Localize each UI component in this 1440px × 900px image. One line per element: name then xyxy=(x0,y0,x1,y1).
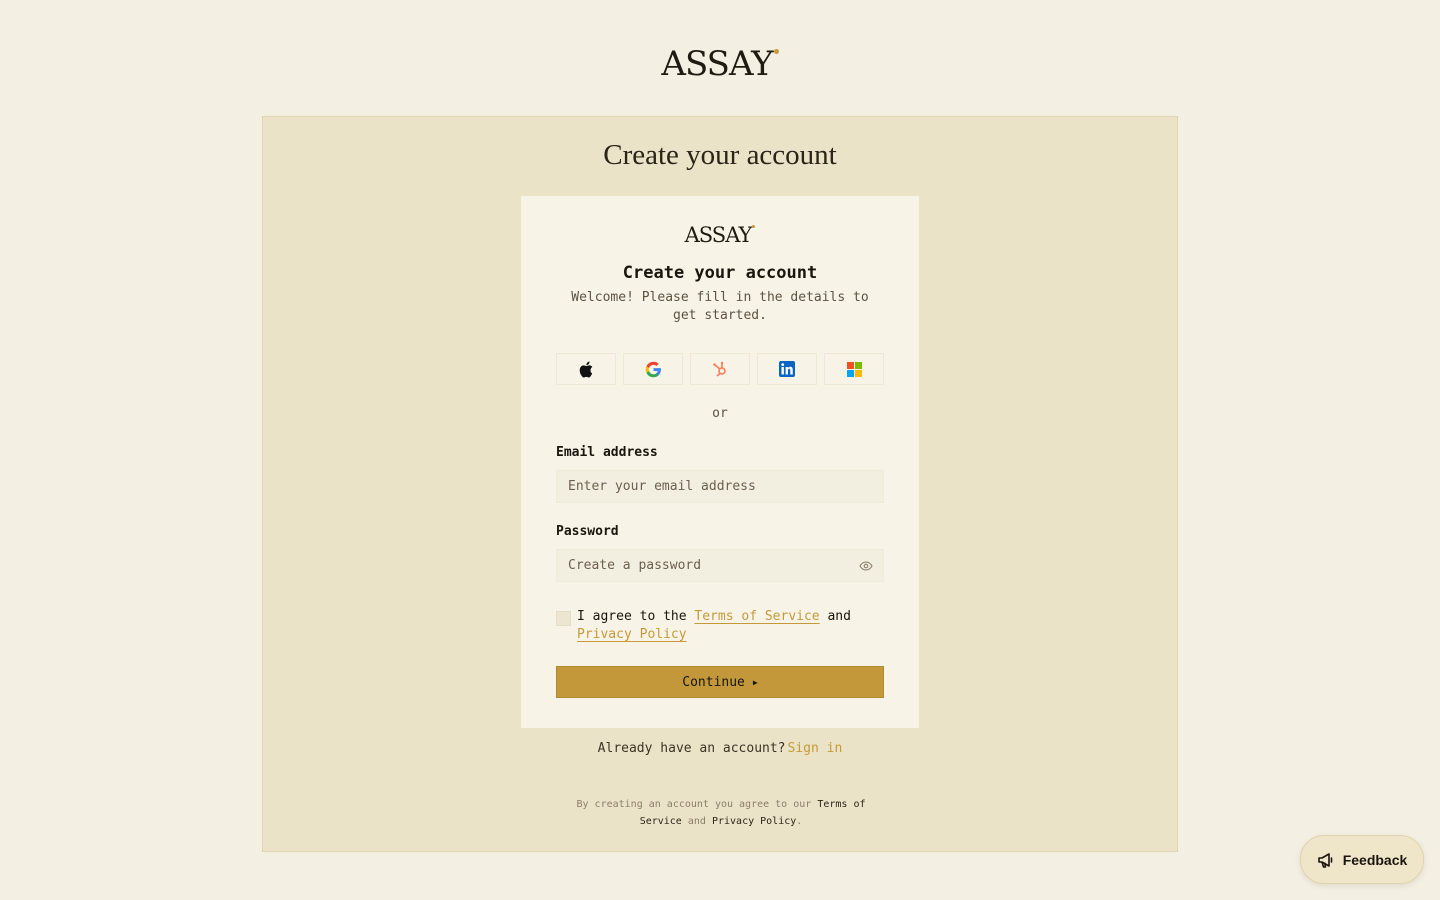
brand-logo-dot xyxy=(773,49,779,54)
microsoft-icon xyxy=(846,361,862,377)
legal-prefix: By creating an account you agree to our xyxy=(576,799,812,810)
legal-and: and xyxy=(687,816,706,827)
signup-card: ASSAY Create your account Welcome! Pleas… xyxy=(521,196,919,728)
legal-notice: By creating an account you agree to our … xyxy=(563,796,879,830)
terms-agreement: I agree to the Terms of Service and Priv… xyxy=(577,608,877,644)
agree-and: and xyxy=(827,609,851,624)
legal-end: . xyxy=(796,816,803,827)
megaphone-icon xyxy=(1317,852,1333,868)
signup-panel: Create your account ASSAY Create your ac… xyxy=(262,116,1178,852)
card-subtitle: Welcome! Please fill in the details to g… xyxy=(571,290,869,323)
linkedin-icon xyxy=(779,361,795,377)
show-password-toggle[interactable] xyxy=(858,558,874,574)
card-title: Create your account xyxy=(622,263,818,283)
agree-prefix: I agree to the xyxy=(577,609,687,624)
terms-link[interactable]: Terms of Service xyxy=(694,609,819,624)
play-arrow-icon: ▶ xyxy=(752,677,758,687)
google-login-button[interactable] xyxy=(623,353,683,385)
card-logo: ASSAY xyxy=(521,222,919,248)
signin-prompt-text: Already have an account? xyxy=(597,741,786,756)
linkedin-login-button[interactable] xyxy=(757,353,817,385)
hubspot-icon xyxy=(713,361,726,377)
card-logo-dot xyxy=(752,225,756,228)
brand-logo-text: ASSAY xyxy=(661,44,773,84)
apple-login-button[interactable] xyxy=(556,353,616,385)
brand-logo: ASSAY xyxy=(0,44,1440,84)
password-label: Password xyxy=(556,524,619,539)
continue-label: Continue xyxy=(682,674,745,690)
card-logo-text: ASSAY xyxy=(684,223,753,247)
privacy-link[interactable]: Privacy Policy xyxy=(577,627,687,642)
eye-icon xyxy=(859,561,873,571)
email-label: Email address xyxy=(556,445,658,460)
google-icon xyxy=(645,361,661,377)
continue-button[interactable]: Continue ▶ xyxy=(556,666,884,698)
signin-link[interactable]: Sign in xyxy=(788,741,843,756)
feedback-button[interactable]: Feedback xyxy=(1300,835,1424,884)
hubspot-login-button[interactable] xyxy=(690,353,750,385)
microsoft-login-button[interactable] xyxy=(824,353,884,385)
password-input[interactable] xyxy=(556,549,884,582)
page-title: Create your account xyxy=(603,139,837,171)
legal-privacy-link[interactable]: Privacy Policy xyxy=(712,816,796,827)
terms-checkbox[interactable] xyxy=(556,611,571,626)
social-login-row xyxy=(556,353,884,385)
or-divider: or xyxy=(712,406,728,421)
feedback-label: Feedback xyxy=(1342,851,1408,868)
signin-prompt: Already have an account? Sign in xyxy=(263,741,1177,756)
apple-icon xyxy=(579,361,593,377)
email-input[interactable] xyxy=(556,470,884,503)
